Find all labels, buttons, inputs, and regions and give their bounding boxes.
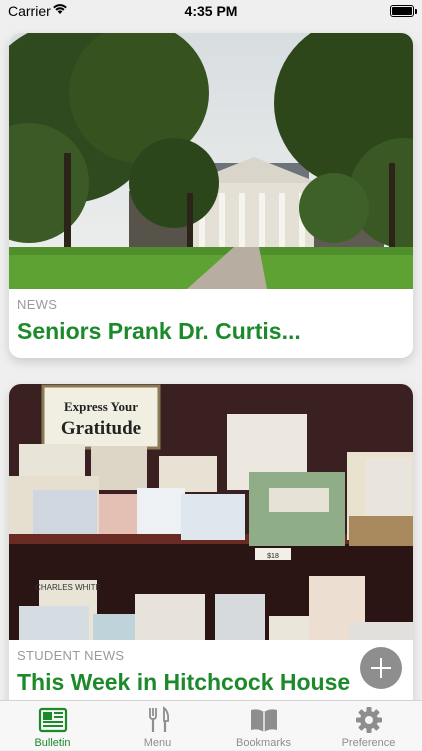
gear-icon [356,707,382,733]
card-category: STUDENT NEWS [17,648,125,663]
news-photo [9,33,413,289]
tab-bulletin[interactable]: Bulletin [0,701,105,751]
newspaper-icon [38,707,68,733]
battery-icon [390,5,417,17]
news-card[interactable]: NEWS Seniors Prank Dr. Curtis... [9,33,413,358]
tab-label: Menu [143,737,172,749]
card-category: NEWS [17,297,58,312]
add-button[interactable] [360,647,402,689]
svg-text:$18: $18 [267,553,279,560]
svg-text:CHARLES WHITE: CHARLES WHITE [35,583,101,592]
book-icon [251,709,277,732]
tab-bar: Bulletin Menu Bookmarks Preference [0,700,422,750]
card-headline[interactable]: This Week in Hitchcock House [17,669,405,696]
tab-bookmarks[interactable]: Bookmarks [211,701,316,751]
status-bar: Carrier 4:35 PM [0,0,422,24]
tab-label: Preference [341,737,396,749]
news-feed[interactable]: NEWS Seniors Prank Dr. Curtis... Express… [0,0,422,700]
news-card[interactable]: Express Your Gratitude $18 CHARLES WHITE [9,384,413,700]
news-photo: Express Your Gratitude $18 CHARLES WHITE [9,384,413,640]
svg-text:Gratitude: Gratitude [61,418,141,439]
fork-knife-icon [149,706,170,732]
status-time: 4:35 PM [184,3,238,19]
tab-label: Bookmarks [235,737,292,749]
tab-preference[interactable]: Preference [316,701,421,751]
tab-label: Bulletin [34,737,71,749]
svg-text:Express Your: Express Your [64,399,138,414]
tab-menu[interactable]: Menu [105,701,210,751]
card-headline[interactable]: Seniors Prank Dr. Curtis... [17,318,405,345]
